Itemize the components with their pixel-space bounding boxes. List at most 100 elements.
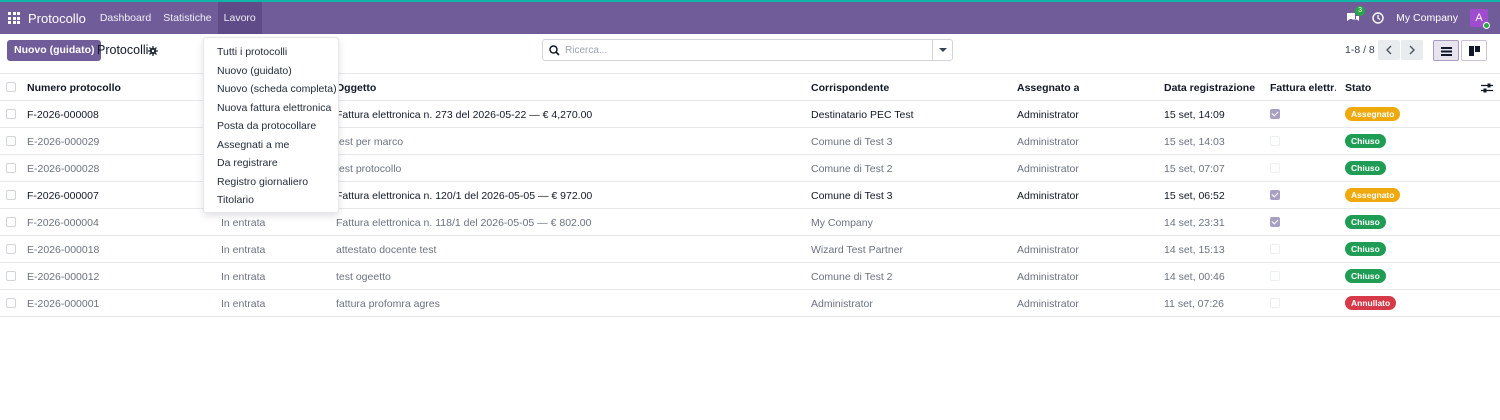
cell-oggetto: test per marco bbox=[336, 136, 404, 148]
table-row[interactable]: E-2026-000018 In entrata attestato docente… bbox=[0, 236, 1500, 263]
menu-item-tutti-protocolli[interactable]: Tutti i protocolli bbox=[204, 43, 338, 62]
fattura-elettronica-checkbox bbox=[1270, 163, 1280, 173]
cell-corrispondente: My Company bbox=[811, 217, 873, 229]
cell-data: 15 set, 14:09 bbox=[1164, 109, 1225, 121]
navbar-systray: 3 My Company A bbox=[1346, 2, 1490, 34]
pager-next-button[interactable] bbox=[1401, 40, 1423, 60]
pager-previous-button[interactable] bbox=[1378, 40, 1400, 60]
row-select-checkbox[interactable] bbox=[6, 217, 16, 227]
nav-lavoro[interactable]: Lavoro bbox=[217, 2, 262, 34]
cell-numero: F-2026-000008 bbox=[27, 109, 99, 121]
cell-corrispondente: Wizard Test Partner bbox=[811, 244, 904, 256]
menu-item-nuovo-scheda-completa[interactable]: Nuovo (scheda completa) bbox=[204, 80, 338, 99]
apps-grid-icon[interactable] bbox=[8, 12, 20, 24]
user-avatar[interactable]: A bbox=[1470, 9, 1490, 29]
cell-assegnato: Administrator bbox=[1017, 136, 1079, 148]
row-select-checkbox[interactable] bbox=[6, 298, 16, 308]
new-guided-button[interactable]: Nuovo (guidato) bbox=[7, 40, 102, 61]
cell-assegnato: Administrator bbox=[1017, 244, 1079, 256]
cell-oggetto: Fattura elettronica n. 273 del 2026-05-2… bbox=[336, 109, 593, 121]
company-switcher[interactable]: My Company bbox=[1396, 12, 1458, 24]
cell-data: 15 set, 07:07 bbox=[1164, 163, 1225, 175]
search-bar bbox=[542, 39, 953, 61]
pager-value[interactable]: 1-8 / 8 bbox=[1345, 44, 1375, 56]
page-title: Protocolli bbox=[97, 43, 149, 57]
cell-numero: E-2026-000028 bbox=[27, 163, 100, 175]
cell-corrispondente: Comune di Test 2 bbox=[811, 163, 893, 175]
cell-direzione: In entrata bbox=[221, 244, 266, 256]
status-badge: Annullato bbox=[1345, 296, 1397, 310]
chat-icon[interactable]: 3 bbox=[1346, 6, 1366, 24]
row-select-checkbox[interactable] bbox=[6, 244, 16, 254]
cell-corrispondente: Comune di Test 3 bbox=[811, 190, 893, 202]
column-stato[interactable]: Stato bbox=[1345, 82, 1371, 94]
cell-oggetto: Fattura elettronica n. 118/1 del 2026-05… bbox=[336, 217, 592, 229]
row-select-checkbox[interactable] bbox=[6, 271, 16, 281]
cell-oggetto: fattura profomra agres bbox=[336, 298, 440, 310]
table-row[interactable]: E-2026-000012 In entrata test ogeetto Comun… bbox=[0, 263, 1500, 290]
row-select-checkbox[interactable] bbox=[6, 163, 16, 173]
nav-statistiche[interactable]: Statistiche bbox=[157, 2, 217, 34]
cell-oggetto: test protocollo bbox=[336, 163, 402, 175]
cell-corrispondente: Comune di Test 3 bbox=[811, 136, 893, 148]
fattura-elettronica-checkbox bbox=[1270, 298, 1280, 308]
chevron-right-icon bbox=[1409, 45, 1415, 55]
status-badge: Chiuso bbox=[1345, 134, 1386, 148]
row-select-checkbox[interactable] bbox=[6, 109, 16, 119]
chevron-left-icon bbox=[1386, 45, 1392, 55]
column-corrispondente[interactable]: Corrispondente bbox=[811, 82, 889, 94]
fattura-elettronica-checkbox bbox=[1270, 109, 1280, 119]
app-brand[interactable]: Protocollo bbox=[28, 11, 86, 26]
lavoro-dropdown-menu: Tutti i protocolli Nuovo (guidato) Nuovo… bbox=[203, 37, 339, 213]
menu-item-posta-da-protocollare[interactable]: Posta da protocollare bbox=[204, 117, 338, 136]
column-assegnato-a[interactable]: Assegnato a bbox=[1017, 82, 1079, 94]
menu-item-nuovo-guidato[interactable]: Nuovo (guidato) bbox=[204, 62, 338, 81]
avatar-letter: A bbox=[1475, 12, 1483, 24]
cell-oggetto: Fattura elettronica n. 120/1 del 2026-05… bbox=[336, 190, 593, 202]
cell-data: 11 set, 07:26 bbox=[1164, 298, 1224, 310]
menu-item-registro-giornaliero[interactable]: Registro giornaliero bbox=[204, 173, 338, 192]
cell-direzione: In entrata bbox=[221, 217, 266, 229]
cell-data: 15 set, 06:52 bbox=[1164, 190, 1225, 202]
fattura-elettronica-checkbox bbox=[1270, 190, 1280, 200]
cell-corrispondente: Comune di Test 2 bbox=[811, 271, 893, 283]
cell-assegnato: Administrator bbox=[1017, 163, 1079, 175]
cell-oggetto: attestato docente test bbox=[336, 244, 437, 256]
cell-data: 14 set, 23:31 bbox=[1164, 217, 1225, 229]
fattura-elettronica-checkbox bbox=[1270, 217, 1280, 227]
cell-corrispondente: Administrator bbox=[811, 298, 873, 310]
nav-dashboard[interactable]: Dashboard bbox=[94, 2, 157, 34]
optional-columns-icon[interactable] bbox=[1481, 83, 1493, 93]
column-numero-protocollo[interactable]: Numero protocollo bbox=[27, 82, 121, 94]
status-badge: Chiuso bbox=[1345, 161, 1386, 175]
search-input[interactable] bbox=[565, 42, 925, 58]
row-select-checkbox[interactable] bbox=[6, 136, 16, 146]
cell-numero: E-2026-000029 bbox=[27, 136, 100, 148]
column-fattura-elettronica[interactable]: Fattura elettr… bbox=[1270, 82, 1336, 94]
kanban-view-button[interactable] bbox=[1461, 40, 1487, 61]
table-row[interactable]: F-2026-000004 In entrata Fattura elettroni… bbox=[0, 209, 1500, 236]
fattura-elettronica-checkbox bbox=[1270, 271, 1280, 281]
clock-icon[interactable] bbox=[1372, 12, 1384, 24]
search-icon bbox=[549, 45, 560, 56]
cell-assegnato: Administrator bbox=[1017, 298, 1079, 310]
fattura-elettronica-checkbox bbox=[1270, 244, 1280, 254]
list-view-button[interactable] bbox=[1433, 40, 1459, 61]
table-row[interactable]: E-2026-000001 In entrata fattura profomra … bbox=[0, 290, 1500, 317]
gear-icon[interactable] bbox=[148, 46, 158, 56]
menu-item-nuova-fattura-elettronica[interactable]: Nuova fattura elettronica bbox=[204, 99, 338, 118]
column-data-registrazione[interactable]: Data registrazione bbox=[1164, 82, 1255, 94]
row-select-checkbox[interactable] bbox=[6, 190, 16, 200]
menu-item-assegnati-a-me[interactable]: Assegnati a me bbox=[204, 136, 338, 155]
cell-data: 15 set, 14:03 bbox=[1164, 136, 1225, 148]
online-status-dot bbox=[1483, 22, 1490, 29]
select-all-checkbox[interactable] bbox=[6, 82, 16, 92]
status-badge: Chiuso bbox=[1345, 215, 1386, 229]
menu-item-da-registrare[interactable]: Da registrare bbox=[204, 154, 338, 173]
kanban-view-icon bbox=[1469, 46, 1480, 56]
search-options-toggle[interactable] bbox=[932, 40, 952, 60]
cell-oggetto: test ogeetto bbox=[336, 271, 391, 283]
cell-numero: F-2026-000007 bbox=[27, 190, 99, 202]
column-oggetto[interactable]: Oggetto bbox=[336, 82, 376, 94]
menu-item-titolario[interactable]: Titolario bbox=[204, 191, 338, 210]
